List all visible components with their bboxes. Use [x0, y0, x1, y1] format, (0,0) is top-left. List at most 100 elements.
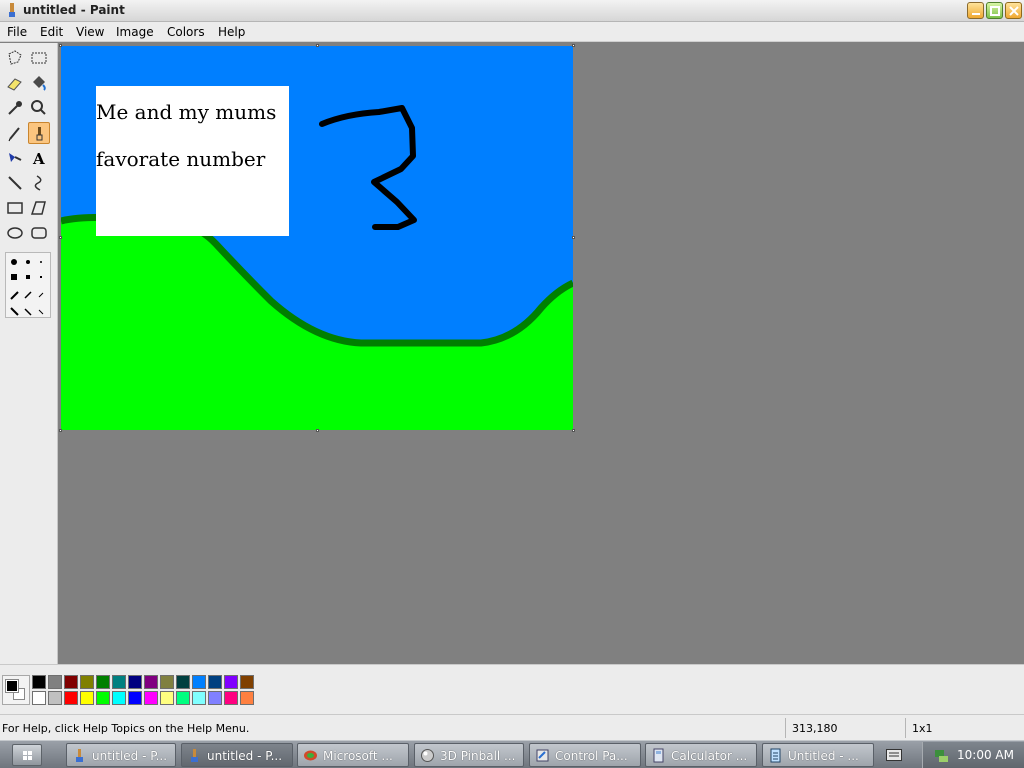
taskbar-button[interactable]: Untitled - ...: [762, 743, 874, 767]
status-help-text: For Help, click Help Topics on the Help …: [2, 722, 250, 735]
palette-swatch[interactable]: [128, 691, 142, 705]
color-box: [0, 664, 1024, 714]
select-tool[interactable]: [28, 47, 50, 69]
resize-handle-left: [59, 236, 62, 239]
window-title: untitled - Paint: [23, 3, 125, 17]
menu-image[interactable]: Image: [116, 24, 154, 40]
menu-colors[interactable]: Colors: [167, 24, 205, 40]
status-size: 1x1: [905, 718, 1020, 738]
palette-swatch[interactable]: [208, 675, 222, 689]
current-colors: [2, 675, 30, 705]
polygon-icon: [30, 201, 46, 215]
eraser-tool[interactable]: [4, 72, 26, 94]
rectangle-icon: [7, 202, 23, 214]
palette-swatch[interactable]: [208, 691, 222, 705]
palette-swatch[interactable]: [128, 675, 142, 689]
pinball-icon: [421, 749, 434, 762]
resize-handle-bottom[interactable]: [316, 429, 319, 432]
close-button[interactable]: [1005, 2, 1022, 19]
palette-swatch[interactable]: [64, 691, 78, 705]
close-icon: [1009, 6, 1019, 16]
minimize-button[interactable]: [967, 2, 984, 19]
palette-swatch[interactable]: [32, 691, 46, 705]
palette-swatch[interactable]: [192, 675, 206, 689]
palette-swatch[interactable]: [144, 675, 158, 689]
network-icon[interactable]: [933, 747, 949, 763]
airbrush-icon: [9, 153, 22, 162]
airbrush-tool[interactable]: [4, 147, 26, 169]
paint-icon: [76, 749, 83, 762]
palette-swatch[interactable]: [80, 691, 94, 705]
palette-swatch[interactable]: [112, 691, 126, 705]
menu-view[interactable]: View: [76, 24, 104, 40]
canvas-text-box: Me and my mums favorate number: [96, 86, 289, 236]
palette-swatch[interactable]: [96, 691, 110, 705]
palette-swatch[interactable]: [224, 691, 238, 705]
svg-text:A: A: [32, 150, 45, 168]
start-button[interactable]: [12, 744, 42, 766]
pencil-tool[interactable]: [4, 122, 26, 144]
menu-help[interactable]: Help: [218, 24, 245, 40]
text-tool[interactable]: A: [28, 147, 50, 169]
palette-swatch[interactable]: [192, 691, 206, 705]
taskbar-button[interactable]: Microsoft ...: [297, 743, 409, 767]
keyboard-icon[interactable]: [886, 749, 902, 761]
palette-swatch[interactable]: [48, 691, 62, 705]
palette-swatch[interactable]: [80, 675, 94, 689]
free-form-select-tool[interactable]: [4, 47, 26, 69]
fill-tool[interactable]: [28, 72, 50, 94]
palette-swatch[interactable]: [240, 691, 254, 705]
resize-handle-bottom-left: [59, 429, 62, 432]
menu-edit[interactable]: Edit: [40, 24, 63, 40]
palette-swatch[interactable]: [176, 675, 190, 689]
resize-handle-bottom-right[interactable]: [572, 429, 575, 432]
palette-swatch[interactable]: [176, 691, 190, 705]
pencil-icon: [8, 127, 20, 142]
foreground-color-swatch: [5, 679, 19, 693]
rectangle-tool[interactable]: [4, 197, 26, 219]
polygon-tool[interactable]: [28, 197, 50, 219]
taskbar-button[interactable]: Control Pa...: [529, 743, 641, 767]
palette-swatch[interactable]: [112, 675, 126, 689]
taskbar-button-label: Untitled - ...: [788, 749, 859, 763]
resize-handle-right[interactable]: [572, 236, 575, 239]
maximize-button[interactable]: [986, 2, 1003, 19]
control-panel-icon: [536, 749, 549, 762]
ellipse-tool[interactable]: [4, 222, 26, 244]
palette-swatch[interactable]: [160, 691, 174, 705]
palette-swatch[interactable]: [64, 675, 78, 689]
palette-swatch[interactable]: [144, 691, 158, 705]
brush-shape-options[interactable]: [5, 252, 51, 318]
magnifier-tool[interactable]: [28, 97, 50, 119]
palette-swatch[interactable]: [48, 675, 62, 689]
system-tray: 10:00 AM: [922, 742, 1024, 768]
minimize-icon: [972, 13, 980, 15]
taskbar-button[interactable]: Calculator ...: [645, 743, 757, 767]
palette-swatch[interactable]: [160, 675, 174, 689]
taskbar-button[interactable]: untitled - P...: [181, 743, 293, 767]
tool-box: A: [0, 43, 58, 664]
magnifier-icon: [31, 100, 46, 115]
brush-tool[interactable]: [28, 122, 50, 144]
palette-swatch[interactable]: [96, 675, 110, 689]
curve-icon: [34, 175, 42, 191]
palette-swatch[interactable]: [240, 675, 254, 689]
taskbar-button[interactable]: 3D Pinball ...: [414, 743, 524, 767]
menu-file[interactable]: File: [7, 24, 27, 40]
status-bar: For Help, click Help Topics on the Help …: [0, 714, 1024, 740]
palette-swatch[interactable]: [224, 675, 238, 689]
title-bar[interactable]: untitled - Paint: [0, 0, 1024, 22]
taskbar: untitled - P... untitled - P... Microsoft …: [0, 740, 1024, 768]
rounded-rectangle-tool[interactable]: [28, 222, 50, 244]
fill-bucket-icon: [33, 76, 46, 91]
curve-tool[interactable]: [28, 172, 50, 194]
taskbar-button[interactable]: untitled - P...: [66, 743, 176, 767]
paint-app-icon: [9, 3, 15, 17]
line-tool[interactable]: [4, 172, 26, 194]
resize-handle-top-left: [59, 44, 62, 47]
ellipse-icon: [7, 227, 23, 239]
clock[interactable]: 10:00 AM: [957, 748, 1014, 762]
drawing-canvas[interactable]: Me and my mums favorate number: [61, 46, 573, 430]
palette-swatch[interactable]: [32, 675, 46, 689]
pick-color-tool[interactable]: [4, 97, 26, 119]
